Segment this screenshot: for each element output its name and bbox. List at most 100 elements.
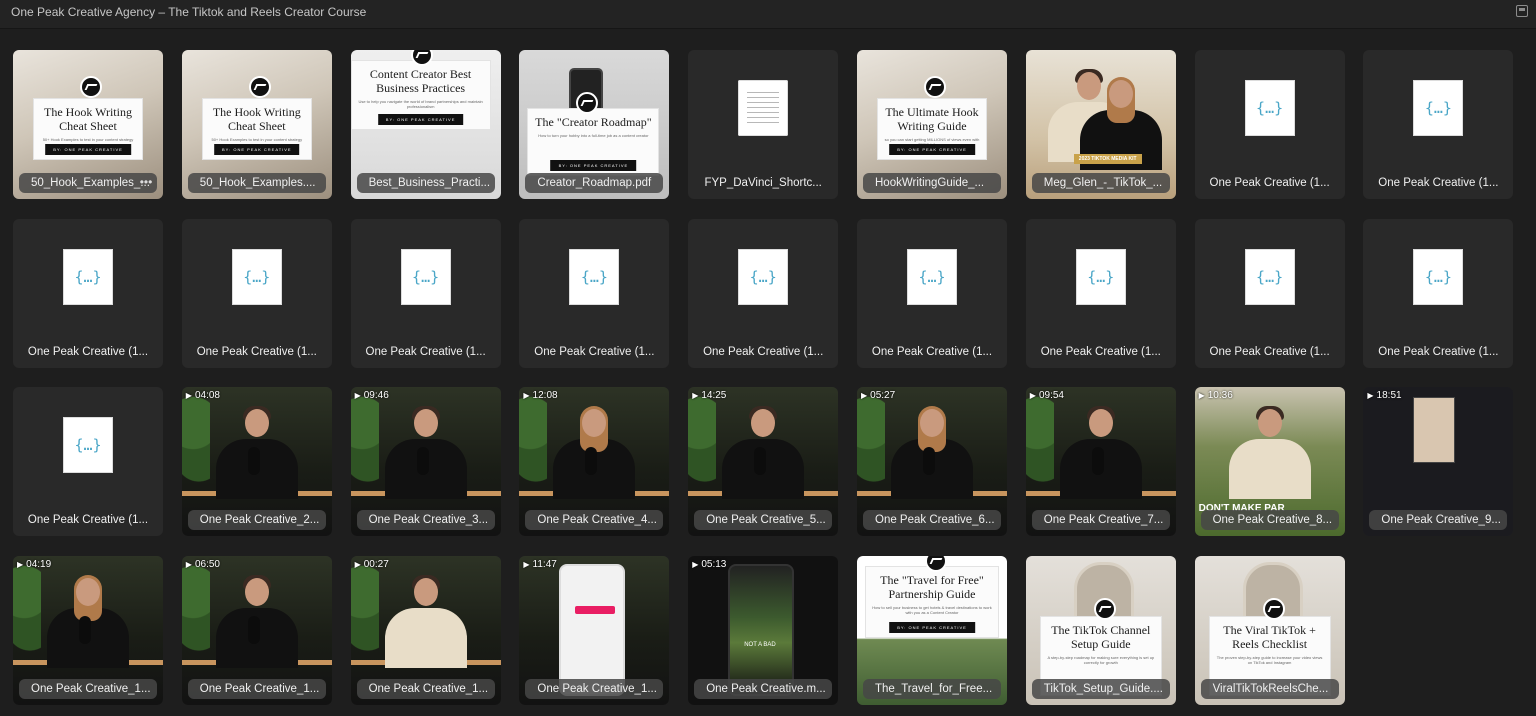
document-cover: The "Creator Roadmap" How to turn your ho… bbox=[527, 108, 660, 176]
cover-byline: BY: ONE PEAK CREATIVE bbox=[889, 144, 975, 155]
file-tile[interactable]: The Ultimate Hook Writing Guide so you ca… bbox=[857, 50, 1007, 199]
file-tile[interactable]: {…} One Peak Creative (1... bbox=[181, 218, 332, 368]
file-tile[interactable]: Content Creator Best Business Practices U… bbox=[350, 50, 501, 199]
cover-heading: The "Travel for Free" Partnership Guide bbox=[880, 572, 984, 601]
file-tile[interactable]: {…} One Peak Creative (1... bbox=[350, 218, 501, 368]
file-name: One Peak Creative_8... bbox=[1200, 510, 1339, 530]
person-figure bbox=[384, 574, 467, 668]
file-tile[interactable]: The TikTok Channel Setup Guide A step-by-… bbox=[1025, 555, 1176, 705]
file-tile[interactable]: {…} One Peak Creative (1... bbox=[1194, 218, 1345, 368]
play-icon: ▶ bbox=[692, 391, 699, 400]
cover-heading: The Hook Writing Cheat Sheet bbox=[212, 105, 301, 133]
video-duration: ▶ 04:08 bbox=[186, 390, 220, 401]
file-tile[interactable]: ▶ 11:47 One Peak Creative_1... bbox=[519, 555, 670, 705]
file-tile[interactable]: ▶ 12:08 One Peak Creative_4... bbox=[519, 387, 670, 536]
file-tile[interactable]: ▶ 04:08 One Peak Creative_2... bbox=[181, 387, 332, 536]
duration-text: 04:08 bbox=[194, 390, 220, 401]
cover-subtitle: 50+ Hook Examples to test in your conten… bbox=[42, 137, 134, 142]
file-tile[interactable]: ▶ 04:19 One Peak Creative_1... bbox=[13, 555, 163, 705]
file-name: TikTok_Setup_Guide.... bbox=[1031, 678, 1170, 699]
cover-heading: The Ultimate Hook Writing Guide bbox=[885, 105, 979, 133]
play-icon: ▶ bbox=[861, 391, 868, 400]
file-tile[interactable]: {…} One Peak Creative (1... bbox=[13, 387, 163, 536]
file-tile[interactable]: ▶ 00:27 One Peak Creative_1... bbox=[350, 555, 501, 705]
editor-preview bbox=[1413, 397, 1456, 463]
json-file-icon: {…} bbox=[1244, 80, 1295, 136]
file-tile[interactable]: The "Travel for Free" Partnership Guide H… bbox=[857, 555, 1007, 705]
play-icon: ▶ bbox=[523, 559, 530, 569]
file-tile[interactable]: ▶ 09:54 One Peak Creative_7... bbox=[1025, 387, 1176, 536]
file-tile[interactable]: ▶ 06:50 One Peak Creative_1... bbox=[181, 555, 332, 705]
play-icon: ▶ bbox=[1367, 391, 1374, 400]
video-duration: ▶ 10:36 bbox=[1199, 390, 1233, 401]
microphone-icon bbox=[754, 447, 767, 475]
plant-decor bbox=[688, 387, 717, 507]
file-tile[interactable]: The Hook Writing Cheat Sheet 50+ Hook Exa… bbox=[181, 50, 332, 199]
phone-screen bbox=[728, 563, 795, 696]
file-name: HookWritingGuide_... bbox=[863, 173, 1001, 193]
file-tile[interactable]: {…} One Peak Creative (1... bbox=[1363, 218, 1514, 368]
file-tile[interactable]: {…} One Peak Creative (1... bbox=[857, 218, 1007, 368]
video-duration: ▶ 05:27 bbox=[861, 390, 895, 401]
file-tile[interactable]: {…} One Peak Creative (1... bbox=[1363, 50, 1514, 199]
more-options-icon[interactable]: ••• bbox=[137, 176, 155, 190]
file-tile[interactable]: {…} One Peak Creative (1... bbox=[688, 218, 839, 368]
file-tile[interactable]: The Hook Writing Cheat Sheet 50+ Hook Exa… bbox=[13, 50, 163, 199]
file-name: One Peak Creative_1... bbox=[19, 678, 157, 699]
person-body bbox=[1228, 439, 1311, 499]
json-file-icon: {…} bbox=[907, 248, 957, 305]
file-tile[interactable]: ▶ 18:51 One Peak Creative_9... bbox=[1363, 387, 1514, 536]
file-tile[interactable]: DON'T MAKE PAR ▶ 10:36 One Peak Creative_8.… bbox=[1194, 387, 1345, 536]
file-tile[interactable]: {…} One Peak Creative (1... bbox=[1194, 50, 1345, 199]
video-duration: ▶ 06:50 bbox=[186, 559, 220, 570]
file-tile[interactable]: {…} One Peak Creative (1... bbox=[519, 218, 670, 368]
json-file-icon: {…} bbox=[231, 248, 282, 305]
file-tile[interactable]: 2023 TIKTOK MEDIA KIT Meg_Glen_-_TikTok_.… bbox=[1025, 50, 1176, 199]
duration-text: 18:51 bbox=[1376, 390, 1402, 401]
file-name: The_Travel_for_Free... bbox=[863, 678, 1001, 699]
video-duration: ▶ 11:47 bbox=[523, 559, 556, 570]
cover-subtitle: Use to help you navigate the world of br… bbox=[358, 99, 483, 109]
video-duration: ▶ 12:08 bbox=[523, 390, 557, 401]
file-name: One Peak Creative_6... bbox=[863, 510, 1001, 530]
file-tile[interactable]: The Viral TikTok + Reels Checklist The pr… bbox=[1194, 555, 1345, 705]
video-duration: ▶ 18:51 bbox=[1367, 390, 1401, 401]
plant-decor bbox=[519, 387, 548, 507]
person-head bbox=[751, 409, 776, 437]
file-tile[interactable]: NOT A BAD ▶ 05:13 One Peak Creative.m... bbox=[688, 555, 839, 705]
maximize-icon[interactable] bbox=[1516, 5, 1528, 17]
brand-logo-icon bbox=[1262, 597, 1285, 620]
document-cover: The Hook Writing Cheat Sheet 50+ Hook Exa… bbox=[33, 98, 143, 160]
cover-heading: The Viral TikTok + Reels Checklist bbox=[1223, 622, 1316, 651]
file-tile[interactable]: FYP_DaVinci_Shortc... bbox=[688, 50, 839, 199]
file-tile[interactable]: ▶ 14:25 One Peak Creative_5... bbox=[688, 387, 839, 536]
microphone-icon bbox=[923, 447, 935, 475]
video-duration: ▶ 09:46 bbox=[355, 390, 389, 401]
document-cover: Content Creator Best Business Practices U… bbox=[350, 60, 491, 130]
person-head bbox=[1108, 80, 1133, 108]
video-duration: ▶ 04:19 bbox=[17, 559, 51, 570]
file-tile[interactable]: ▶ 09:46 One Peak Creative_3... bbox=[350, 387, 501, 536]
person-head bbox=[920, 409, 944, 437]
duration-text: 05:27 bbox=[870, 390, 896, 401]
person-figure bbox=[1228, 406, 1311, 499]
person-head bbox=[1088, 409, 1113, 437]
json-file-icon: {…} bbox=[1413, 248, 1464, 305]
file-name: One Peak Creative_1... bbox=[187, 678, 326, 699]
file-name: One Peak Creative_2... bbox=[187, 510, 326, 530]
cover-byline: BY: ONE PEAK CREATIVE bbox=[45, 144, 131, 155]
file-tile[interactable]: ▶ 05:27 One Peak Creative_6... bbox=[857, 387, 1007, 536]
cover-heading: The TikTok Channel Setup Guide bbox=[1051, 622, 1151, 651]
document-cover: The Ultimate Hook Writing Guide so you ca… bbox=[877, 98, 987, 160]
document-cover: The "Travel for Free" Partnership Guide H… bbox=[865, 565, 999, 638]
person-head bbox=[244, 577, 269, 606]
file-name: One Peak Creative_5... bbox=[694, 510, 833, 530]
cover-heading: The Hook Writing Cheat Sheet bbox=[44, 105, 132, 133]
duration-text: 09:54 bbox=[1038, 390, 1064, 401]
video-duration: ▶ 09:54 bbox=[1030, 390, 1064, 401]
file-tile[interactable]: {…} One Peak Creative (1... bbox=[1025, 218, 1176, 368]
file-tile[interactable]: The "Creator Roadmap" How to turn your ho… bbox=[519, 50, 670, 199]
cover-subtitle: 50+ Hook Examples to test in your conten… bbox=[211, 137, 303, 142]
window-title: One Peak Creative Agency – The Tiktok an… bbox=[11, 5, 367, 19]
file-tile[interactable]: {…} One Peak Creative (1... bbox=[13, 218, 163, 368]
